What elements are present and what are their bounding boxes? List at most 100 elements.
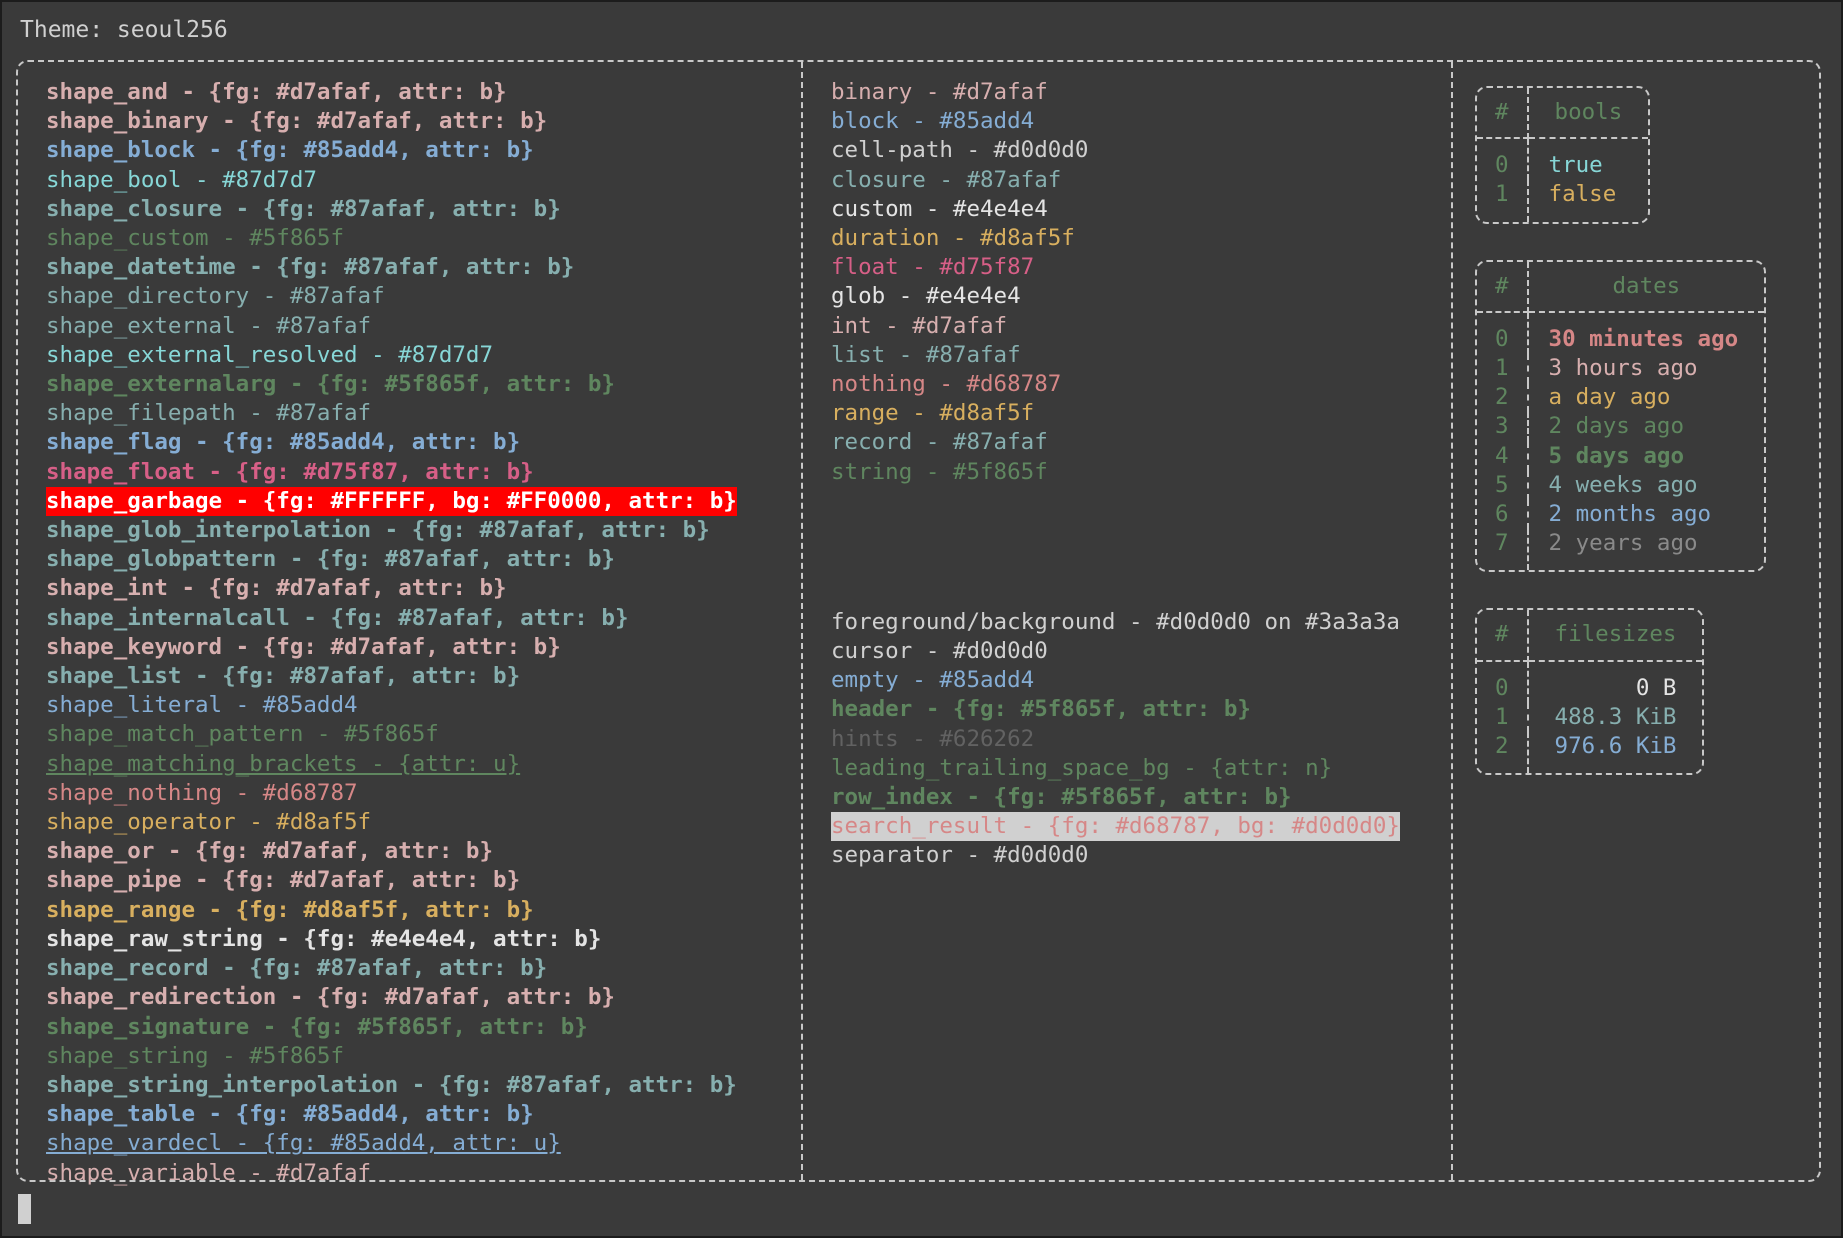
shapes-line: shape_range - {fg: #d8af5f, attr: b} [46,896,534,923]
shapes-line: shape_external_resolved - #87d7d7 [46,341,494,368]
row-index-cell: 0 [1477,312,1529,355]
table-header-row: # filesizes [1477,610,1703,662]
row-value-cell: 3 hours ago [1548,355,1698,382]
row-index-cell: 1 [1477,702,1529,733]
terminal-window: Theme: seoul256 shape_and - {fg: #d7afaf… [0,0,1843,1238]
ui_elements-line: separator - #d0d0d0 [831,842,1089,869]
shapes-line: shape_filepath - #87afaf [46,400,372,427]
ui_elements-line: cursor - #d0d0d0 [831,638,1048,665]
shapes-line: shape_flag - {fg: #85add4, attr: b} [46,429,521,456]
shapes-line: shape_variable - #d7afaf [46,1159,372,1186]
shapes-line: shape_garbage - {fg: #FFFFFF, bg: #FF000… [46,486,737,517]
table-row: 1 3 hours ago [1477,354,1764,384]
row-value-cell: 4 weeks ago [1548,471,1698,498]
tables-host: # bools 0 true 1 false # dates 0 30 minutes ago 1 3… [1453,86,1819,776]
shapes-list: shape_and - {fg: #d7afaf, attr: b} shape_… [18,74,801,1188]
shapes-line: shape_keyword - {fg: #d7afaf, attr: b} [46,633,561,660]
table-row: 1 488.3 KiB [1477,702,1702,733]
table-row: 5 4 weeks ago [1477,470,1764,501]
shapes-line: shape_literal - #85add4 [46,692,358,719]
shapes-line: shape_directory - #87afaf [46,283,385,310]
row-value-cell: 5 days ago [1548,442,1685,469]
table-bools: # bools 0 true 1 false [1475,86,1651,224]
shapes-line: shape_globpattern - {fg: #87afaf, attr: … [46,546,615,573]
shapes-line: shape_pipe - {fg: #d7afaf, attr: b} [46,867,521,894]
types-line: float - #d75f87 [831,254,1035,281]
column-spacer [803,487,1451,604]
ui_elements-line: hints - #626262 [831,725,1035,752]
shapes-line: shape_and - {fg: #d7afaf, attr: b} [46,79,507,105]
row-index-cell: 2 [1477,732,1529,774]
table-row: 3 2 days ago [1477,412,1764,442]
column-header-index: # [1477,88,1529,140]
table-header-row: # bools [1477,88,1649,140]
shapes-line: shape_block - {fg: #85add4, attr: b} [46,137,534,164]
preview-frame: shape_and - {fg: #d7afaf, attr: b} shape_… [16,60,1821,1186]
table-row: 0 0 B [1477,661,1702,703]
types-line: duration - #d8af5f [831,225,1075,252]
table-row: 2 a day ago [1477,383,1764,413]
shapes-line: shape_closure - {fg: #87afaf, attr: b} [46,195,561,222]
tables-column: # bools 0 true 1 false # dates 0 30 minutes ago 1 3… [1453,62,1819,1180]
shapes-line: shape_match_pattern - #5f865f [46,721,439,748]
ui-elements-list: foreground/background - #d0d0d0 on #3a3a… [803,604,1451,871]
types-line: closure - #87afaf [831,166,1062,193]
types-line: glob - #e4e4e4 [831,283,1021,310]
shapes-line: shape_custom - #5f865f [46,225,345,252]
table-dates: # dates 0 30 minutes ago 1 3 hours ago 2 a day … [1475,259,1767,573]
row-value-cell: 0 B [1635,674,1677,701]
row-index-cell: 2 [1477,383,1529,413]
types-line: record - #87afaf [831,429,1048,456]
column-header-index: # [1477,261,1529,313]
ui_elements-line: empty - #85add4 [831,667,1035,694]
row-index-cell: 4 [1477,441,1529,471]
table-filesizes: # filesizes 0 0 B 1 488.3 KiB 2 976.6 KiB [1475,608,1705,776]
shapes-line: shape_int - {fg: #d7afaf, attr: b} [46,575,507,602]
row-value-cell: 2 months ago [1548,501,1712,528]
types-list: binary - #d7afaf block - #85add4 cell-path… [803,74,1451,487]
shapes-line: shape_string - #5f865f [46,1042,345,1069]
shapes-line: shape_matching_brackets - {attr: u} [46,750,521,777]
shapes-line: shape_string_interpolation - {fg: #87afa… [46,1071,737,1098]
theme-label: Theme: seoul256 [20,17,228,43]
table-row: 0 true [1477,139,1648,181]
ui_elements-line: header - {fg: #5f865f, attr: b} [831,696,1251,723]
shapes-line: shape_signature - {fg: #5f865f, attr: b} [46,1013,588,1040]
shapes-line: shape_list - {fg: #87afaf, attr: b} [46,663,521,690]
shapes-line: shape_redirection - {fg: #d7afaf, attr: … [46,984,615,1011]
types-line: range - #d8af5f [831,400,1035,427]
shapes-line: shape_datetime - {fg: #87afaf, attr: b} [46,254,575,281]
row-value-cell: 30 minutes ago [1548,325,1739,352]
types-line: nothing - #d68787 [831,371,1062,398]
shapes-column: shape_and - {fg: #d7afaf, attr: b} shape_… [18,62,803,1186]
shapes-line: shape_record - {fg: #87afaf, attr: b} [46,955,548,982]
shapes-line: shape_binary - {fg: #d7afaf, attr: b} [46,108,548,135]
types-line: block - #85add4 [831,108,1035,135]
row-value-cell: 2 years ago [1548,530,1698,557]
shapes-line: shape_or - {fg: #d7afaf, attr: b} [46,838,494,865]
column-header-value: dates [1528,262,1765,313]
types-line: list - #87afaf [831,341,1021,368]
row-index-cell: 0 [1477,139,1529,181]
types-line: cell-path - #d0d0d0 [831,137,1089,164]
table-row: 7 2 years ago [1477,529,1764,571]
types-line: custom - #e4e4e4 [831,195,1048,222]
row-index-cell: 3 [1477,412,1529,442]
shapes-line: shape_internalcall - {fg: #87afaf, attr:… [46,604,629,631]
table-row: 4 5 days ago [1477,441,1764,471]
shapes-line: shape_raw_string - {fg: #e4e4e4, attr: b… [46,925,602,952]
ui_elements-line: foreground/background - #d0d0d0 on #3a3a… [831,608,1400,635]
column-header-value: filesizes [1528,610,1703,662]
row-index-cell: 5 [1477,470,1529,501]
column-header-index: # [1477,610,1529,662]
row-value-cell: false [1548,181,1617,208]
ui_elements-line: leading_trailing_space_bg - {attr: n} [831,754,1333,781]
table-row: 1 false [1477,180,1648,222]
types-line: string - #5f865f [831,458,1048,485]
types-line: binary - #d7afaf [831,79,1048,105]
shapes-line: shape_external - #87afaf [46,312,372,339]
types-column: binary - #d7afaf block - #85add4 cell-path… [803,62,1453,1180]
block-cursor [18,1194,31,1224]
ui_elements-line: row_index - {fg: #5f865f, attr: b} [831,784,1292,811]
row-value-cell: true [1548,152,1603,179]
